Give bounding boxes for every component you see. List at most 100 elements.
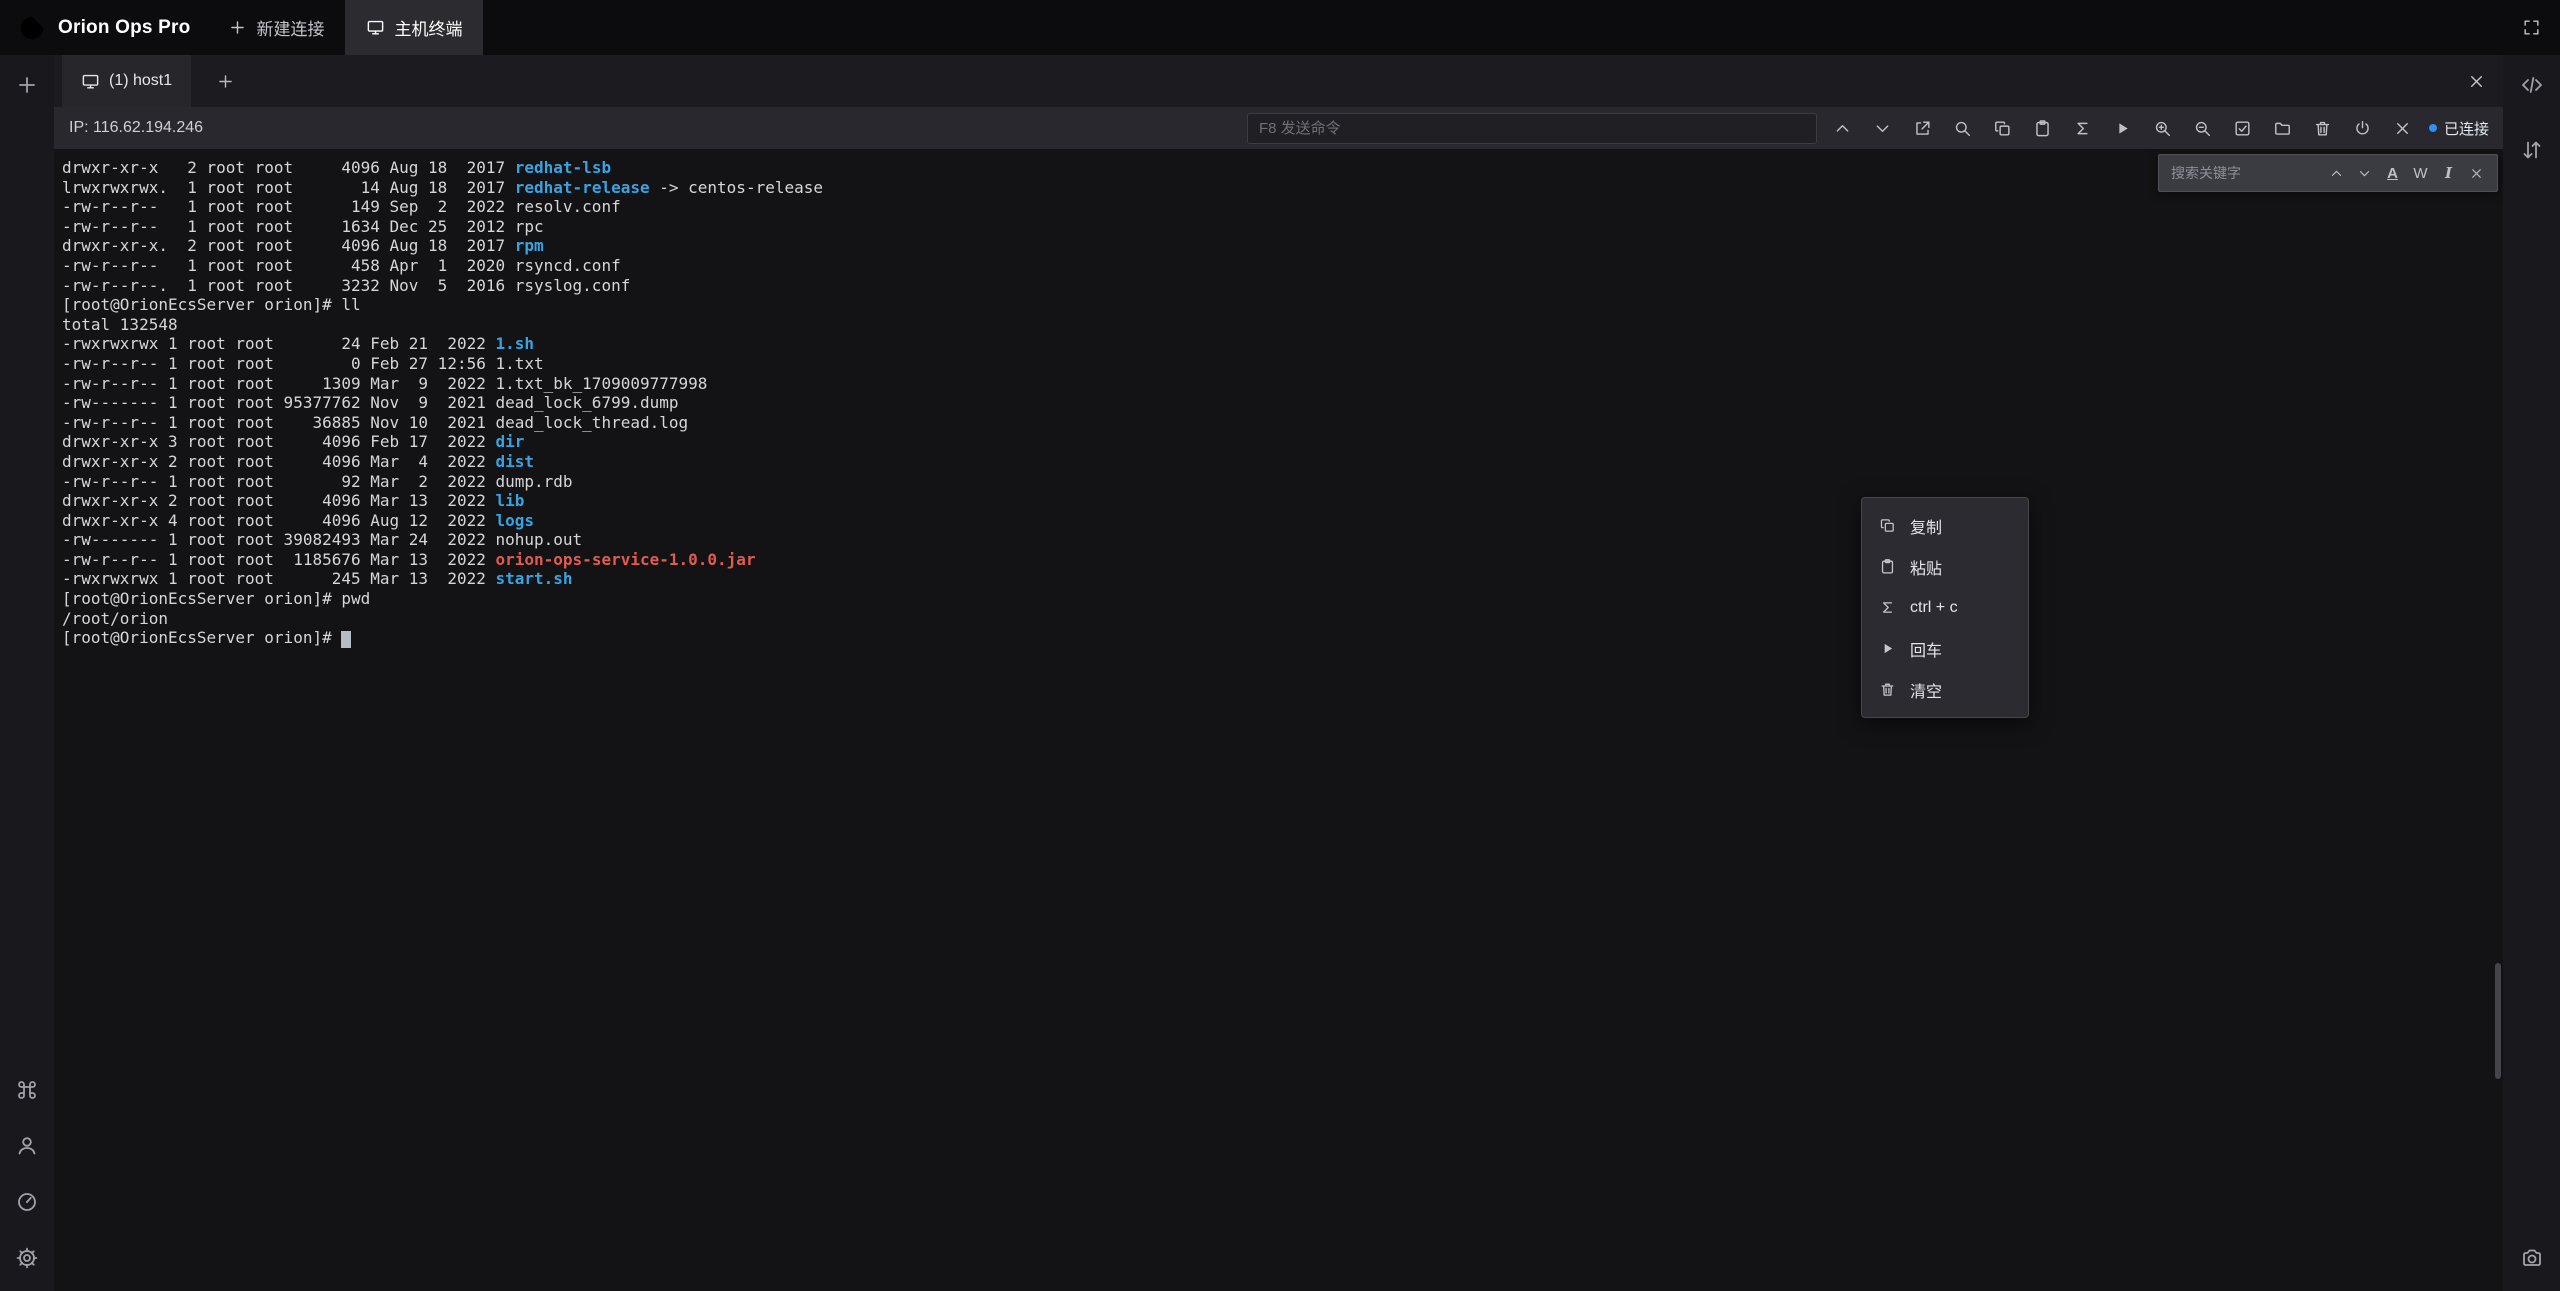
- terminal-cursor: [341, 631, 351, 648]
- play-icon: [2113, 119, 2132, 138]
- whole-word-button[interactable]: W: [2408, 161, 2433, 186]
- terminal-icon: [366, 18, 385, 37]
- zoom-out-icon: [2193, 119, 2212, 138]
- send-ctrl-c-button[interactable]: [2063, 107, 2103, 149]
- menu-item-label: 粘贴: [1910, 555, 1942, 579]
- clear-button[interactable]: [2303, 107, 2343, 149]
- checklist-button[interactable]: [2223, 107, 2263, 149]
- menu-item-enter[interactable]: 回车: [1862, 628, 2028, 669]
- top-bar: Orion Ops Pro 新建连接 主机终端: [0, 0, 2560, 55]
- chevron-down-icon: [2357, 166, 2372, 181]
- terminal-filename: redhat-lsb: [515, 158, 611, 177]
- search-button[interactable]: [1943, 107, 1983, 149]
- trash-icon: [2313, 119, 2332, 138]
- settings-button[interactable]: [10, 1241, 44, 1275]
- menu-item-clear[interactable]: 清空: [1862, 669, 2028, 710]
- add-tab-button[interactable]: [208, 64, 242, 98]
- terminal-line: drwxr-xr-x 2 root root 4096 Mar 4 2022 d…: [62, 452, 2503, 472]
- toolbar-icon-group: [1823, 107, 2423, 149]
- center-column: (1) host1 IP: 116.62.194.246 已连接 drwxr-x…: [54, 55, 2503, 1291]
- close-terminal-button[interactable]: [2450, 55, 2503, 107]
- open-window-button[interactable]: [1903, 107, 1943, 149]
- terminal-line: -rw-r--r-- 1 root root 0 Feb 27 12:56 1.…: [62, 354, 2503, 374]
- zoom-in-icon: [2153, 119, 2172, 138]
- close-icon: [2469, 166, 2484, 181]
- terminal-output: drwxr-xr-x 2 root root 4096 Aug 18 2017 …: [62, 158, 2503, 648]
- gauge-icon: [15, 1190, 39, 1214]
- fullscreen-icon: [2522, 18, 2541, 37]
- search-next-button[interactable]: [2352, 161, 2377, 186]
- ip-label: IP: 116.62.194.246: [69, 119, 203, 137]
- terminal-filename: dir: [495, 432, 524, 451]
- shortcuts-button[interactable]: [10, 1073, 44, 1107]
- left-rail: [0, 55, 54, 1291]
- swap-button[interactable]: [2515, 133, 2549, 167]
- terminal-line: -rw-r--r-- 1 root root 36885 Nov 10 2021…: [62, 413, 2503, 433]
- terminal-line: drwxr-xr-x 3 root root 4096 Feb 17 2022 …: [62, 432, 2503, 452]
- new-connection-menu[interactable]: 新建连接: [207, 0, 345, 55]
- trash-icon: [1879, 681, 1896, 698]
- profile-button[interactable]: [10, 1129, 44, 1163]
- sftp-button[interactable]: [2263, 107, 2303, 149]
- disconnect-button[interactable]: [2343, 107, 2383, 149]
- terminal-tab-bar: (1) host1: [54, 55, 2503, 107]
- menu-item-ctrl-c[interactable]: ctrl + c: [1862, 587, 2028, 628]
- dashboard-button[interactable]: [10, 1185, 44, 1219]
- fullscreen-button[interactable]: [2503, 0, 2560, 55]
- match-case-button[interactable]: A: [2380, 161, 2405, 186]
- brand-title: Orion Ops Pro: [58, 17, 190, 39]
- terminal-line: -rw-r--r-- 1 root root 1309 Mar 9 2022 1…: [62, 374, 2503, 394]
- terminal-filename: lib: [495, 491, 524, 510]
- menu-item-label: 复制: [1910, 514, 1942, 538]
- terminal-filename: 1.sh: [495, 334, 534, 353]
- host-terminal-label: 主机终端: [394, 15, 462, 40]
- copy-button[interactable]: [1983, 107, 2023, 149]
- connection-status: 已连接: [2423, 118, 2503, 139]
- menu-item-copy[interactable]: 复制: [1862, 505, 2028, 546]
- screenshot-button[interactable]: [2515, 1241, 2549, 1275]
- checkbox-icon: [2233, 119, 2252, 138]
- terminal-line: -rw-r--r-- 1 root root 92 Mar 2 2022 dum…: [62, 472, 2503, 492]
- terminal-tab-label: (1) host1: [109, 72, 172, 90]
- brand-logo-icon: [17, 13, 47, 43]
- host-terminal-tab[interactable]: 主机终端: [345, 0, 483, 55]
- close-icon: [2393, 119, 2412, 138]
- paste-icon: [2033, 119, 2052, 138]
- terminal-scrollbar-thumb[interactable]: [2495, 963, 2501, 1079]
- sigma-icon: [1879, 599, 1896, 616]
- new-terminal-button[interactable]: [10, 68, 44, 102]
- zoom-out-button[interactable]: [2183, 107, 2223, 149]
- regex-button[interactable]: I: [2436, 161, 2461, 186]
- terminal-line: drwxr-xr-x 4 root root 4096 Aug 12 2022 …: [62, 511, 2503, 531]
- scroll-up-button[interactable]: [1823, 107, 1863, 149]
- sigma-icon: [2073, 119, 2092, 138]
- search-close-button[interactable]: [2464, 161, 2489, 186]
- plus-icon: [15, 73, 39, 97]
- context-menu: 复制粘贴 ctrl + c回车清空: [1861, 497, 2029, 718]
- folder-icon: [2273, 119, 2292, 138]
- paste-button[interactable]: [2023, 107, 2063, 149]
- terminal-filename: dist: [495, 452, 534, 471]
- search-prev-button[interactable]: [2324, 161, 2349, 186]
- copy-icon: [1993, 119, 2012, 138]
- menu-item-paste[interactable]: 粘贴: [1862, 546, 2028, 587]
- search-input[interactable]: [2171, 165, 2321, 181]
- command-input[interactable]: [1247, 113, 1817, 144]
- send-enter-button[interactable]: [2103, 107, 2143, 149]
- chevron-up-icon: [1833, 119, 1852, 138]
- terminal-tab-host1[interactable]: (1) host1: [62, 55, 191, 107]
- brand: Orion Ops Pro: [0, 0, 207, 55]
- close-session-button[interactable]: [2383, 107, 2423, 149]
- paste-icon: [1879, 558, 1896, 575]
- code-icon: [2520, 73, 2544, 97]
- plus-icon: [228, 18, 247, 37]
- zoom-in-button[interactable]: [2143, 107, 2183, 149]
- terminal-line: -rw-r--r--. 1 root root 3232 Nov 5 2016 …: [62, 276, 2503, 296]
- gear-icon: [15, 1246, 39, 1270]
- scroll-down-button[interactable]: [1863, 107, 1903, 149]
- terminal-line: lrwxrwxrwx. 1 root root 14 Aug 18 2017 r…: [62, 178, 2503, 198]
- terminal-line: drwxr-xr-x. 2 root root 4096 Aug 18 2017…: [62, 236, 2503, 256]
- snippet-button[interactable]: [2515, 68, 2549, 102]
- terminal-toolbar: IP: 116.62.194.246 已连接: [54, 107, 2503, 149]
- terminal-screen[interactable]: drwxr-xr-x 2 root root 4096 Aug 18 2017 …: [54, 149, 2503, 1291]
